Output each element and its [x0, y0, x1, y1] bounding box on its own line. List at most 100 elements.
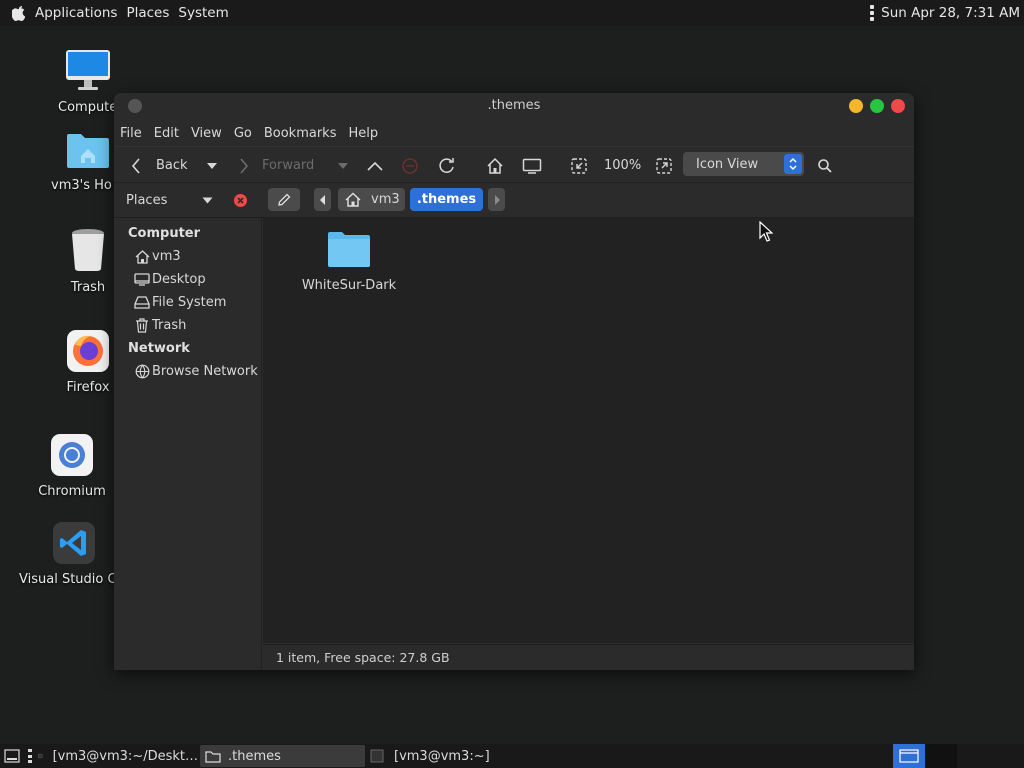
forward-label: Forward [262, 158, 315, 173]
toolbar: Back Forward 100% Icon View [114, 146, 914, 183]
desktop-icon-label: Computer [58, 100, 118, 115]
desktop-icon [134, 272, 150, 288]
home-button[interactable] [486, 147, 504, 184]
sidebar-item-file-system[interactable]: File System [114, 291, 261, 314]
places-label: Places [126, 193, 168, 208]
edit-location-button[interactable] [268, 188, 300, 211]
home-icon [134, 249, 150, 265]
chevron-right-icon [238, 157, 250, 174]
maximize-button[interactable] [870, 99, 884, 113]
clock[interactable]: Sun Apr 28, 7:31 AM [881, 5, 1020, 21]
breadcrumb-themes[interactable]: .themes [410, 188, 483, 211]
reload-button[interactable] [438, 147, 456, 184]
taskbar-item-terminal-home[interactable]: [vm3@vm3:~] [370, 745, 530, 767]
chromium-icon [51, 434, 93, 476]
breadcrumb-label: .themes [416, 192, 477, 207]
apple-menu-icon[interactable] [12, 5, 26, 21]
workspace-switcher-1[interactable] [893, 744, 925, 768]
sidebar-item-label: File System [152, 295, 227, 310]
menu-bookmarks[interactable]: Bookmarks [264, 126, 337, 141]
close-button[interactable] [891, 99, 905, 113]
sidebar-item-vm3[interactable]: vm3 [114, 245, 261, 268]
sidebar-item-browse-network[interactable]: Browse Network [114, 360, 261, 383]
pencil-icon [278, 193, 291, 206]
trash-icon [72, 229, 104, 271]
vscode-icon [53, 522, 95, 564]
desktop-icon-chromium[interactable]: Chromium [17, 434, 127, 499]
zoom-in-button[interactable] [655, 147, 673, 184]
places-menu[interactable]: Places [124, 5, 169, 21]
desktop-icon-vscode[interactable]: Visual Studio Code [19, 522, 129, 587]
sidebar-item-label: Desktop [152, 272, 206, 287]
applications-menu[interactable]: Applications [33, 5, 117, 21]
status-bar: 1 item, Free space: 27.8 GB [263, 644, 914, 670]
sidebar-item-label: vm3 [152, 249, 181, 264]
status-text: 1 item, Free space: 27.8 GB [276, 650, 450, 665]
up-button[interactable] [367, 147, 383, 184]
back-history-dropdown[interactable] [206, 147, 218, 184]
file-manager-window: .themes File Edit View Go Bookmarks Help… [114, 93, 914, 670]
sidebar-item-desktop[interactable]: Desktop [114, 268, 261, 291]
mouse-cursor-icon [759, 221, 773, 242]
home-folder-icon [67, 134, 109, 168]
taskbar-item-label: [vm3@vm3:~] [394, 748, 490, 764]
computer-icon [66, 50, 110, 90]
close-sidebar-icon[interactable] [234, 194, 247, 207]
folder-icon [205, 750, 221, 763]
zoom-in-icon [656, 157, 672, 174]
breadcrumb-scroll-right[interactable] [488, 188, 505, 211]
taskbar-item-label: .themes [228, 748, 281, 764]
trash-icon [134, 318, 150, 334]
workspace-switcher-2[interactable] [925, 744, 957, 768]
chevron-up-icon [367, 161, 383, 171]
breadcrumb-label: vm3 [371, 192, 400, 207]
triangle-right-icon [494, 194, 500, 205]
home-icon [345, 192, 361, 207]
terminal-icon [38, 753, 43, 759]
title-bar[interactable]: .themes [114, 93, 914, 120]
zoom-level[interactable]: 100% [604, 147, 641, 184]
menu-edit[interactable]: Edit [154, 126, 179, 141]
sidebar-mode-selector[interactable]: Places [114, 183, 262, 218]
menu-view[interactable]: View [191, 126, 222, 141]
menu-help[interactable]: Help [348, 126, 378, 141]
sidebar-item-label: Trash [152, 318, 187, 333]
search-icon [818, 158, 832, 173]
forward-history-dropdown[interactable] [337, 147, 349, 184]
show-desktop-icon[interactable] [4, 749, 20, 767]
sidebar-item-trash[interactable]: Trash [114, 314, 261, 337]
taskbar-item-terminal-desktop[interactable]: [vm3@vm3:~/Deskt… [38, 745, 198, 767]
file-item-folder[interactable]: WhiteSur-Dark [299, 230, 399, 293]
search-button[interactable] [817, 147, 833, 184]
stop-button[interactable] [401, 147, 419, 184]
drive-icon [134, 295, 150, 311]
computer-button[interactable] [522, 147, 542, 184]
back-button[interactable]: Back [130, 147, 188, 184]
system-menu[interactable]: System [176, 5, 228, 21]
network-icon [134, 364, 150, 380]
file-view[interactable]: WhiteSur-Dark [263, 218, 914, 643]
panel-overflow-icon[interactable] [869, 5, 875, 21]
caret-down-icon [202, 197, 213, 204]
desktop-icon-label: Visual Studio Code [19, 572, 114, 587]
top-panel: Applications Places System Sun Apr 28, 7… [0, 0, 1024, 26]
breadcrumb-scroll-left[interactable] [314, 188, 331, 211]
desktop-icon-label: vm3's Home [51, 178, 113, 193]
panel-handle-icon[interactable] [27, 749, 33, 763]
minimize-button[interactable] [849, 99, 863, 113]
forward-button[interactable]: Forward [238, 147, 314, 184]
desktop-icon-label: Chromium [38, 484, 106, 499]
caret-down-icon [207, 162, 217, 169]
sidebar: Computer vm3 Desktop File System Trash N [114, 218, 262, 670]
breadcrumb-vm3[interactable]: vm3 [338, 188, 405, 211]
menu-go[interactable]: Go [234, 126, 252, 141]
menu-file[interactable]: File [120, 126, 142, 141]
bottom-panel: [vm3@vm3:~/Deskt… .themes [vm3@vm3:~] [0, 744, 1024, 768]
window-thumbnail-icon [899, 749, 919, 763]
home-icon [487, 157, 503, 174]
view-mode-value: Icon View [696, 156, 759, 172]
zoom-out-button[interactable] [570, 147, 588, 184]
triangle-left-icon [319, 194, 325, 205]
view-mode-select[interactable]: Icon View [683, 152, 804, 176]
taskbar-item-themes[interactable]: .themes [200, 745, 365, 767]
